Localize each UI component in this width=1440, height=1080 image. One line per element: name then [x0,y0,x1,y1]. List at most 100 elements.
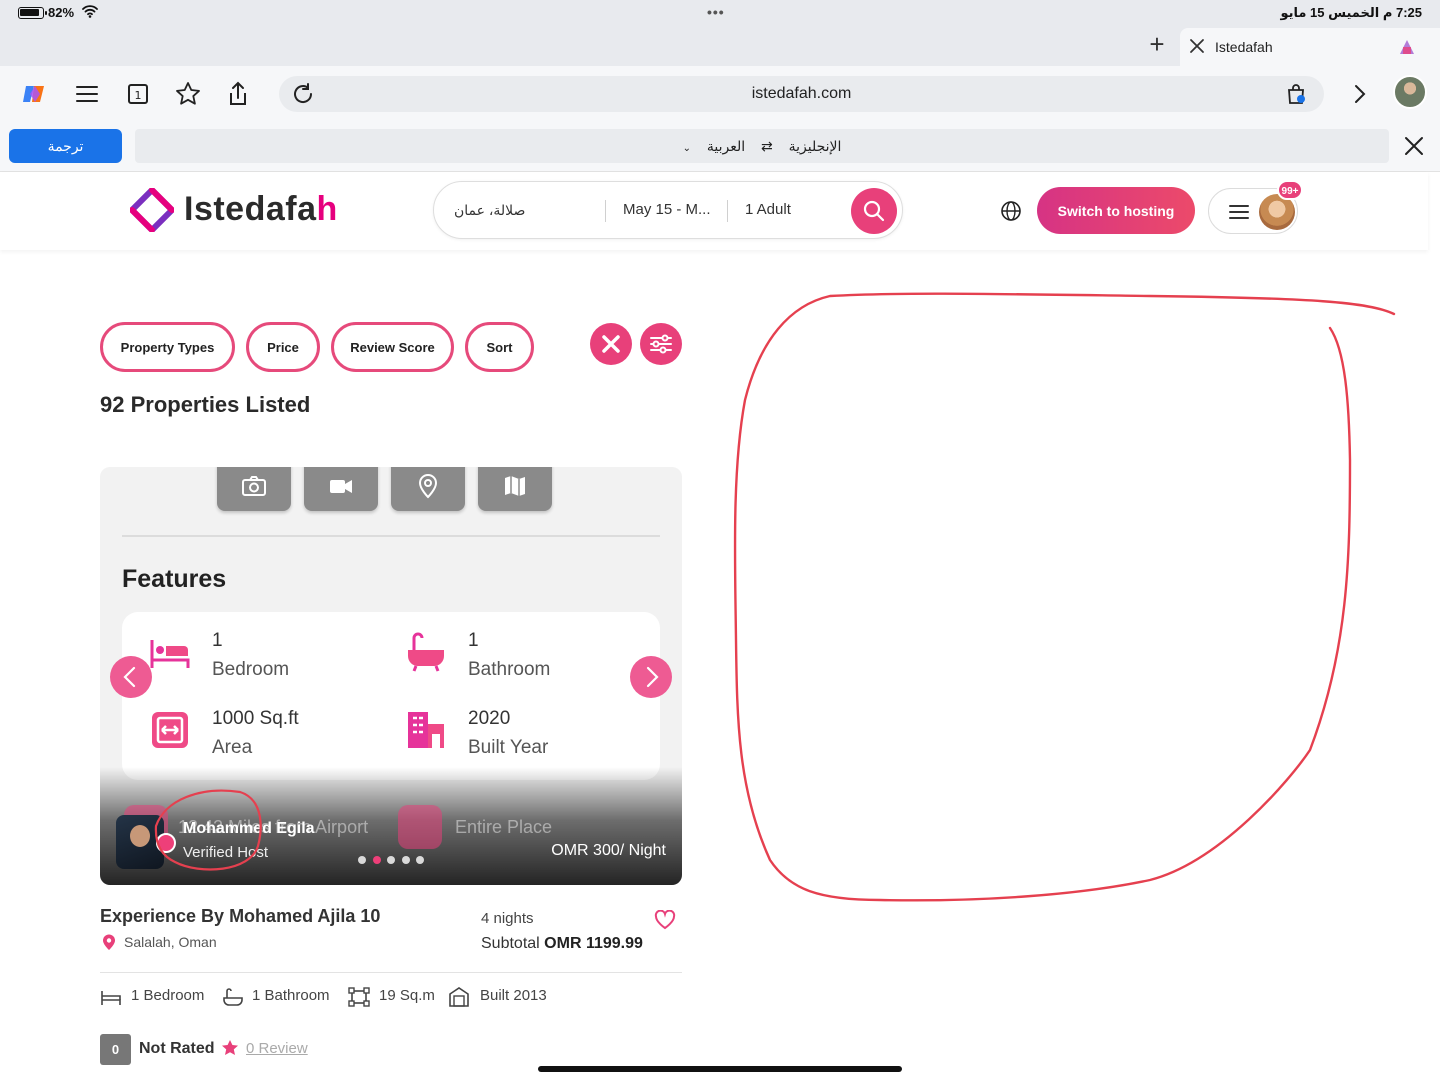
shopping-bag-icon[interactable] [1284,82,1308,106]
carousel-pagination[interactable] [358,851,431,869]
hamburger-menu-icon [1229,205,1249,219]
notification-badge: 99+ [1277,180,1303,200]
feature-bathroom-value: 1 [468,630,479,651]
property-title[interactable]: Experience By Mohamed Ajila 10 [100,906,380,927]
switch-to-hosting-button[interactable]: Switch to hosting [1037,187,1195,234]
search-destination[interactable]: صلالة، عمان [454,202,604,219]
feature-bedroom-label: Bedroom [212,659,290,680]
area-icon [152,712,188,748]
battery-percentage: 82% [48,5,75,20]
building-icon [408,712,444,748]
features-panel: 1 Bedroom 1 Bathroom 1000 Sq.ft Area 202… [122,612,660,780]
property-location: Salalah, Oman [124,934,217,950]
rating-label: Not Rated [139,1040,215,1057]
copilot-icon[interactable] [20,80,48,108]
feature-area-label: Area [212,737,253,758]
browser-profile-avatar[interactable] [1393,75,1427,109]
photos-tile[interactable] [217,467,291,511]
video-tile[interactable] [304,467,378,511]
advanced-filters-button[interactable] [640,323,682,365]
search-dates[interactable]: May 15 - M... [623,201,711,218]
carousel-next-button[interactable] [630,656,672,698]
swap-languages-icon[interactable]: ⇄ [761,138,773,154]
favorite-heart-icon[interactable] [654,910,676,930]
feature-bathroom-label: Bathroom [468,659,551,680]
pagination-dot[interactable] [358,856,366,864]
spec-area: 19 Sq.m [379,987,435,1004]
address-bar[interactable]: istedafah.com [279,76,1324,112]
menu-lines-icon[interactable] [73,80,101,108]
tab-strip: + Istedafah [0,26,1440,66]
chevron-down-icon: ⌄ [682,143,691,154]
chevron-right-icon [646,666,659,688]
pagination-dot[interactable] [416,856,424,864]
place-type-icon [398,805,442,849]
multitasking-dots-icon[interactable]: ••• [707,4,725,20]
source-language[interactable]: الإنجليزية [789,138,842,154]
feature-area-value: 1000 Sq.ft [212,708,299,729]
globe-language-icon[interactable] [1000,200,1022,222]
new-tab-plus-icon[interactable]: + [1144,31,1170,58]
carousel-previous-button[interactable] [110,656,152,698]
translate-button[interactable]: ترجمة [9,129,122,163]
status-bar: 82% ••• 7:25 م الخميس 15 مايو [0,0,1440,26]
spec-bedroom: 1 Bedroom [131,987,205,1004]
tab-title: Istedafah [1215,39,1273,55]
bathtub-icon [408,632,444,672]
search-divider [605,200,606,222]
feature-built-year-label: Built Year [468,737,549,758]
location-tile[interactable] [391,467,465,511]
filter-property-types[interactable]: Property Types [100,322,235,372]
translate-bar: ترجمة الإنجليزية ⇄ العربية ⌄ [0,122,1440,172]
site-header: Istedafah صلالة، عمان May 15 - M... 1 Ad… [0,172,1428,250]
close-translate-icon[interactable] [1403,135,1425,157]
filter-sort[interactable]: Sort [465,322,534,372]
spec-built-year: Built 2013 [480,987,547,1004]
wifi-icon [82,5,98,18]
subtotal-price: Subtotal OMR 1199.99 [481,935,643,952]
search-guests[interactable]: 1 Adult [745,201,791,218]
search-button[interactable] [851,188,897,234]
search-bar[interactable]: صلالة، عمان May 15 - M... 1 Adult [433,181,903,239]
language-selector[interactable]: الإنجليزية ⇄ العربية ⌄ [135,129,1389,163]
browser-toolbar: 1 istedafah.com [0,66,1440,122]
host-status: Verified Host [183,844,269,861]
camera-icon [242,476,266,496]
map-tile[interactable] [478,467,552,511]
pagination-dot[interactable] [401,856,410,864]
video-camera-icon [330,480,352,493]
building-icon [449,987,469,1007]
share-icon[interactable] [224,80,252,108]
search-icon [863,200,885,222]
review-score-badge: 0 [100,1034,131,1065]
target-language[interactable]: العربية [707,138,745,154]
area-icon [348,987,370,1007]
host-name[interactable]: Mohammed Egila [183,820,315,838]
reviews-link[interactable]: 0 Review [246,1040,308,1057]
stay-nights: 4 nights [481,910,534,927]
filter-price[interactable]: Price [246,322,320,372]
feature-bedroom-value: 1 [212,630,223,651]
pagination-dot[interactable] [372,856,381,864]
tabs-count-icon[interactable]: 1 [124,80,152,108]
istedafah-logo-icon[interactable] [130,188,174,232]
favorite-star-icon[interactable] [174,80,202,108]
property-image-carousel[interactable]: Features 1 Bedroom 1 Bathroom 1000 Sq.ft… [100,467,682,885]
tab-close-icon[interactable] [1188,37,1206,55]
browser-tab[interactable]: Istedafah [1180,28,1440,66]
forward-arrow-icon[interactable] [1348,80,1372,108]
chevron-left-icon [123,666,136,688]
home-indicator[interactable] [538,1066,902,1072]
properties-count-title: 92 Properties Listed [100,392,311,417]
image-divider [122,535,660,537]
filter-review-score[interactable]: Review Score [331,322,454,372]
pagination-dot[interactable] [387,856,395,864]
clear-filters-button[interactable] [590,323,632,365]
card-divider [100,972,682,973]
site-logo-text[interactable]: Istedafah [184,190,338,229]
bed-icon [150,640,190,668]
star-icon [222,1040,238,1055]
bed-icon [101,991,121,1005]
sliders-icon [650,334,672,354]
ghost-place-text: Entire Place [455,817,553,837]
